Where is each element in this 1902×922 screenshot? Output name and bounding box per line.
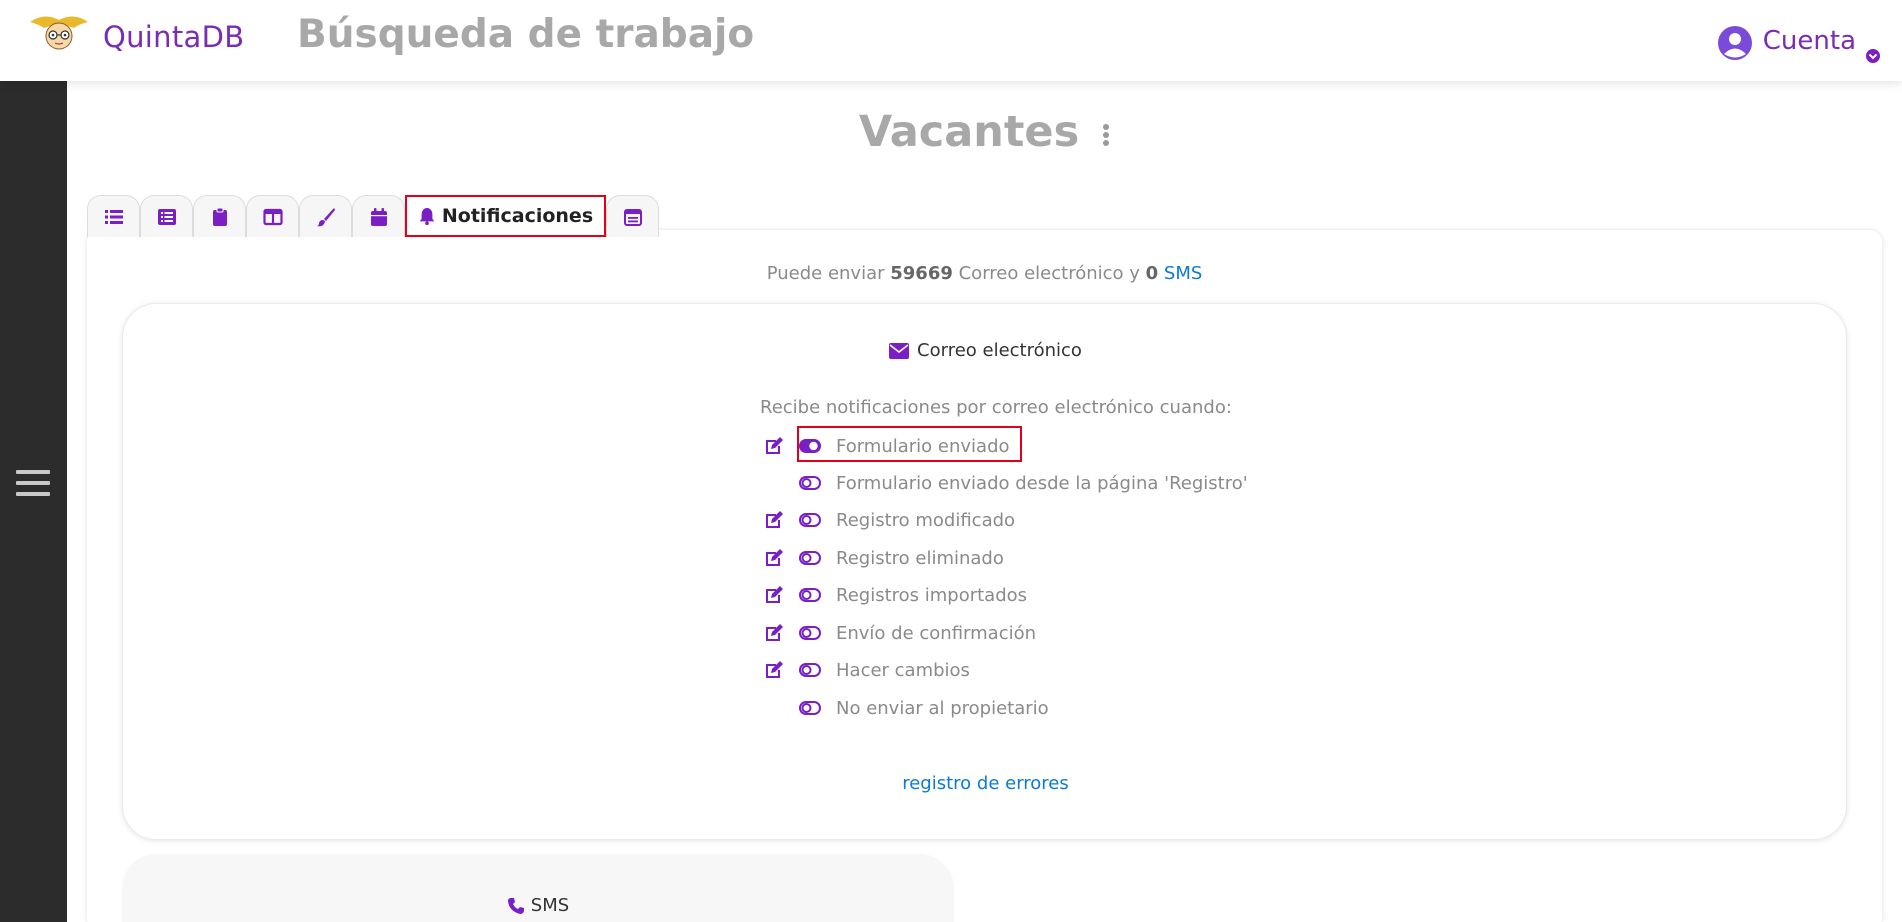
notification-row-records-imported: Registros importados xyxy=(763,582,1027,608)
app-title: Búsqueda de trabajo xyxy=(297,12,755,57)
envelope-icon xyxy=(889,342,910,359)
notification-row-record-deleted: Registro eliminado xyxy=(763,545,1004,571)
section-title-text: Vacantes xyxy=(858,107,1080,157)
bell-icon xyxy=(419,207,435,225)
calendar-check-icon xyxy=(623,208,642,226)
edit-icon[interactable] xyxy=(763,509,788,531)
toggle-off-icon[interactable] xyxy=(799,476,821,490)
hamburger-menu-icon[interactable] xyxy=(16,470,50,500)
error-log-link[interactable]: registro de errores xyxy=(123,773,1848,794)
tab-columns[interactable] xyxy=(246,195,299,237)
chevron-down-icon xyxy=(1866,49,1880,63)
tab-schedule[interactable] xyxy=(606,195,659,237)
toggle-off-icon[interactable] xyxy=(799,513,821,527)
form-icon xyxy=(157,208,176,225)
toggle-off-icon[interactable] xyxy=(799,551,821,565)
notification-label: Registros importados xyxy=(836,584,1028,606)
sms-card-title-text: SMS xyxy=(530,895,570,916)
toggle-off-icon[interactable] xyxy=(799,626,821,640)
notification-label: Hacer cambios xyxy=(836,659,970,681)
email-intro: Recibe notificaciones por correo electró… xyxy=(760,397,1232,418)
edit-icon[interactable] xyxy=(763,622,788,644)
edit-icon[interactable] xyxy=(763,547,788,569)
kebab-menu-icon[interactable] xyxy=(1102,122,1110,148)
notification-row-form-submitted-registration: Formulario enviado desde la página 'Regi… xyxy=(763,470,1248,496)
limits-prefix: Puede enviar xyxy=(766,263,885,284)
sending-limits: Puede enviar 59669 Correo electrónico y … xyxy=(87,263,1882,284)
sms-link[interactable]: SMS xyxy=(1164,263,1202,284)
notification-row-record-modified: Registro modificado xyxy=(763,507,1015,533)
sms-notifications-card: SMS xyxy=(122,854,954,922)
tab-clipboard[interactable] xyxy=(193,195,246,237)
account-label: Cuenta xyxy=(1762,26,1856,56)
toggle-off-icon[interactable] xyxy=(799,588,821,602)
toggle-off-icon[interactable] xyxy=(799,701,821,715)
account-menu[interactable]: Cuenta xyxy=(1717,22,1880,66)
email-notifications-card: Correo electrónico Recibe notificaciones… xyxy=(122,303,1847,840)
tab-bar: Notificaciones xyxy=(87,195,659,237)
user-avatar-icon xyxy=(1717,26,1752,60)
edit-icon[interactable] xyxy=(763,659,788,681)
phone-icon xyxy=(507,897,524,914)
columns-icon xyxy=(262,208,283,225)
notification-label: Registro eliminado xyxy=(836,547,1004,569)
notification-label: Registro modificado xyxy=(836,509,1016,531)
notification-row-form-submitted: Formulario enviado xyxy=(763,433,1010,459)
toggle-on-icon[interactable] xyxy=(799,439,821,453)
edit-icon[interactable] xyxy=(763,584,788,606)
sms-limit-count: 0 xyxy=(1145,263,1159,284)
notification-label: No enviar al propietario xyxy=(836,697,1049,719)
tab-calendar[interactable] xyxy=(352,195,405,237)
section-title: Vacantes xyxy=(67,107,1902,157)
sidebar xyxy=(0,81,67,922)
email-card-title: Correo electrónico xyxy=(123,340,1848,361)
clipboard-icon xyxy=(212,207,227,226)
calendar-icon xyxy=(370,207,387,226)
email-card-title-text: Correo electrónico xyxy=(917,340,1082,361)
brush-icon xyxy=(316,207,335,226)
list-icon xyxy=(104,209,123,224)
notification-row-make-changes: Hacer cambios xyxy=(763,657,970,683)
toggle-off-icon[interactable] xyxy=(799,663,821,677)
tab-design[interactable] xyxy=(299,195,352,237)
top-bar: QuintaDB Búsqueda de trabajo Cuenta xyxy=(0,0,1902,81)
tab-notifications[interactable]: Notificaciones xyxy=(405,195,606,237)
tab-notifications-label: Notificaciones xyxy=(441,205,594,227)
email-limit-count: 59669 xyxy=(890,263,953,284)
logo-icon[interactable] xyxy=(24,12,94,52)
tab-list[interactable] xyxy=(87,195,140,237)
tab-form[interactable] xyxy=(140,195,193,237)
sms-card-title: SMS xyxy=(122,895,954,916)
edit-icon[interactable] xyxy=(763,435,788,457)
notification-label: Envío de confirmación xyxy=(836,622,1037,644)
notification-row-dont-send-owner: No enviar al propietario xyxy=(763,695,1049,721)
brand-name[interactable]: QuintaDB xyxy=(103,20,244,54)
notifications-panel: Puede enviar 59669 Correo electrónico y … xyxy=(87,230,1882,922)
notification-label: Formulario enviado desde la página 'Regi… xyxy=(836,472,1248,494)
limits-middle: Correo electrónico y xyxy=(958,263,1140,284)
notification-label: Formulario enviado xyxy=(836,435,1010,457)
notification-row-confirmation: Envío de confirmación xyxy=(763,620,1036,646)
